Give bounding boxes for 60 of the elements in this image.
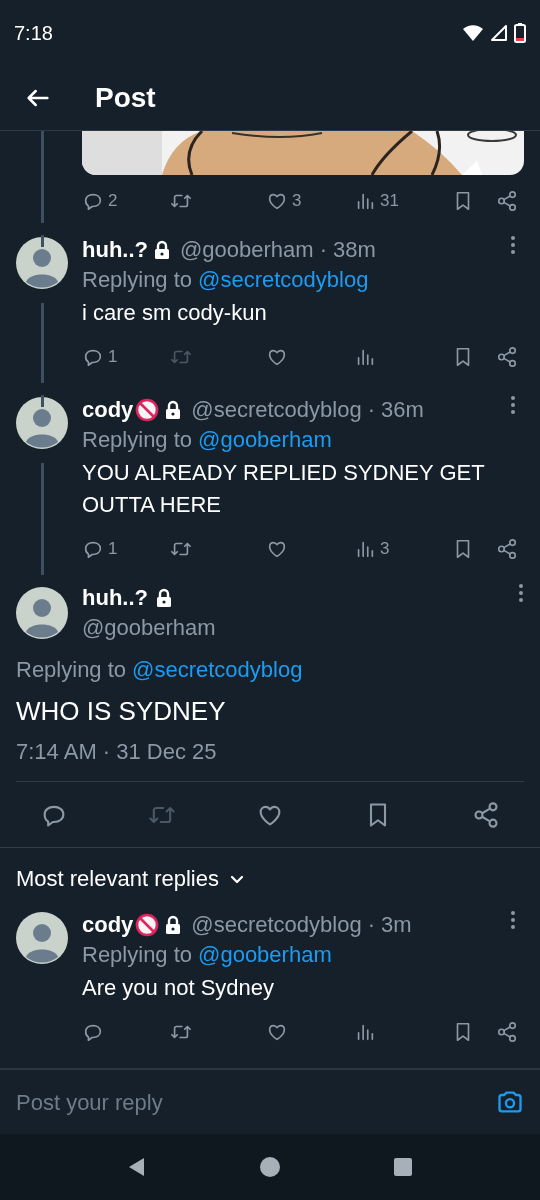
avatar-icon[interactable]: [16, 237, 68, 289]
post-text: YOU ALREADY REPLIED SYDNEY GET OUTTA HERE: [82, 459, 486, 519]
views-button[interactable]: 31: [354, 188, 434, 214]
user-handle: @secretcodyblog: [191, 396, 362, 424]
views-button[interactable]: 3: [354, 536, 434, 562]
mention-link[interactable]: @secretcodyblog: [198, 265, 369, 295]
avatar-icon[interactable]: [16, 587, 68, 639]
more-options-icon[interactable]: [518, 583, 524, 603]
reply-button[interactable]: 1: [82, 536, 170, 562]
recents-nav-icon[interactable]: [392, 1156, 415, 1178]
status-time: 7:18: [14, 20, 53, 46]
post-timestamp: 7:14 AM · 31 Dec 25: [16, 737, 524, 782]
share-icon: [496, 346, 518, 368]
wifi-icon: [462, 23, 484, 42]
avatar-icon[interactable]: [16, 912, 68, 964]
mention-link[interactable]: @secretcodyblog: [132, 655, 303, 685]
home-nav-icon[interactable]: [259, 1156, 281, 1178]
post-text: Are you not Sydney: [82, 974, 275, 1002]
replying-label: Replying to: [82, 266, 193, 294]
more-options-icon[interactable]: [510, 910, 516, 930]
replying-label: Replying to: [82, 426, 193, 454]
post-time: 38m: [332, 236, 376, 264]
user-handle: @secretcodyblog: [191, 911, 362, 939]
share-button[interactable]: [496, 346, 518, 368]
reply-input-field[interactable]: Post your reply: [16, 1085, 496, 1119]
share-icon: [496, 538, 518, 560]
separator-dot: ·: [367, 396, 375, 424]
more-options-icon[interactable]: [510, 395, 516, 415]
post-text: WHO IS SYDNEY: [16, 695, 227, 728]
mention-link[interactable]: @gooberham: [198, 425, 332, 455]
post-time: 3m: [381, 911, 412, 939]
post-text: i care sm cody-kun: [82, 299, 268, 327]
user-handle: @gooberham: [180, 236, 314, 264]
replying-label: Replying to: [82, 941, 193, 969]
reply-button[interactable]: 1: [82, 344, 170, 370]
sort-dropdown[interactable]: Most relevant replies: [16, 864, 245, 894]
share-icon: [496, 1021, 518, 1043]
user-name: huh..?: [82, 236, 148, 264]
user-name: huh..?: [82, 584, 148, 612]
more-options-icon[interactable]: [510, 235, 516, 255]
page-title: Post: [95, 80, 156, 115]
like-button[interactable]: 3: [266, 188, 354, 214]
mention-link[interactable]: @gooberham: [198, 940, 332, 970]
battery-icon: [514, 22, 526, 43]
replying-label: Replying to: [16, 656, 127, 684]
share-button[interactable]: [496, 538, 518, 560]
reply-button[interactable]: 2: [82, 188, 170, 214]
user-handle: @gooberham: [82, 614, 217, 642]
share-button[interactable]: [496, 190, 518, 212]
share-icon: [472, 800, 500, 829]
user-name: cody: [82, 911, 134, 939]
separator-dot: ·: [367, 911, 375, 939]
avatar-icon[interactable]: [16, 397, 68, 449]
user-name: cody: [82, 396, 134, 424]
post-time: 36m: [381, 396, 424, 424]
share-button[interactable]: [472, 800, 500, 829]
share-button[interactable]: [496, 1021, 518, 1043]
separator-dot: ·: [319, 236, 327, 264]
signal-icon: [490, 23, 508, 42]
share-icon: [496, 190, 518, 212]
